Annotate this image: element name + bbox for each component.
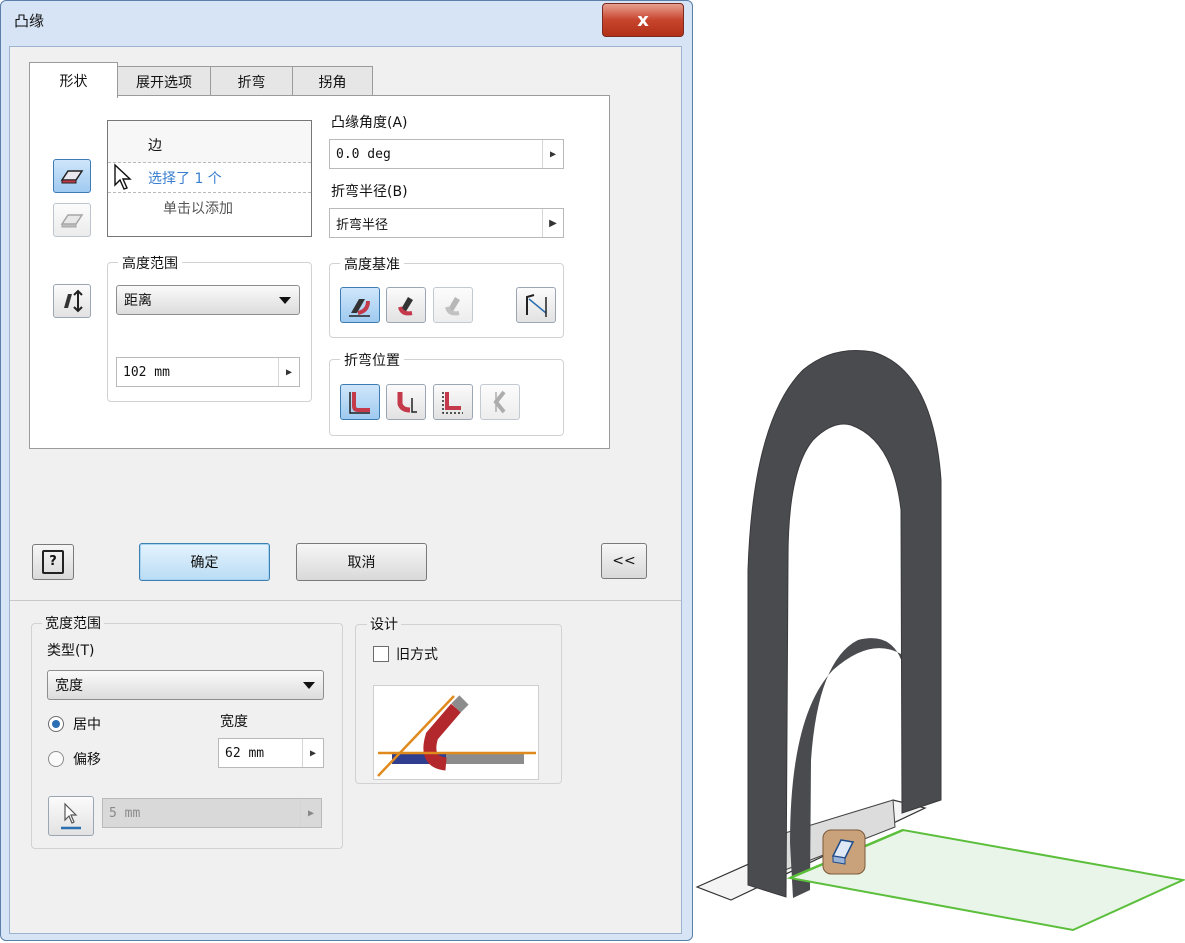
- datum-inner-icon: [398, 297, 413, 316]
- divider: [10, 600, 681, 601]
- width-type-value: 宽度: [55, 678, 83, 694]
- datum-outer-button[interactable]: [340, 287, 380, 323]
- chevron-down-icon: [279, 297, 291, 304]
- radio-offset-label: 偏移: [73, 752, 101, 768]
- radio-centered[interactable]: [48, 716, 64, 732]
- height-value-text: 102 mm: [123, 364, 170, 380]
- dialog-title: 凸缘: [14, 12, 45, 30]
- design-preview-image: [373, 685, 539, 780]
- datum-tangent-button[interactable]: [433, 287, 473, 323]
- datum-inner-button[interactable]: [386, 287, 426, 323]
- flip-direction-button[interactable]: [53, 284, 91, 318]
- bend-radius-label: 折弯半径(B): [331, 184, 408, 200]
- cancel-button[interactable]: 取消: [296, 543, 427, 581]
- radio-centered-label: 居中: [73, 717, 101, 733]
- bend-outside-icon: [442, 392, 463, 414]
- collapse-button[interactable]: <<: [601, 543, 647, 579]
- bend-inside-button[interactable]: [340, 384, 380, 420]
- width-type-label: 类型(T): [47, 643, 95, 659]
- datum-parallel-button[interactable]: [516, 287, 556, 323]
- flip-direction-icon: [64, 289, 83, 313]
- close-icon: x: [637, 9, 649, 31]
- bend-tangent-button[interactable]: [480, 384, 520, 420]
- old-style-label: 旧方式: [396, 647, 438, 663]
- flange-angle-label: 凸缘角度(A): [331, 115, 408, 131]
- height-value-field[interactable]: 102 mm ▶: [116, 357, 300, 387]
- width-value-field[interactable]: 62 mm ▶: [218, 738, 324, 768]
- flange-direction-icon[interactable]: [822, 829, 866, 875]
- face-select-button[interactable]: [53, 203, 91, 237]
- width-label: 宽度: [220, 714, 248, 730]
- edge-select-button[interactable]: [53, 159, 91, 193]
- close-button[interactable]: x: [602, 3, 684, 37]
- radio-offset[interactable]: [48, 751, 64, 767]
- bend-from-face-button[interactable]: [386, 384, 426, 420]
- edge-list-header: 边: [148, 138, 162, 154]
- help-button[interactable]: ?: [32, 544, 74, 580]
- arrow-right-icon[interactable]: ▶: [278, 358, 299, 386]
- width-value-text: 62 mm: [225, 745, 265, 761]
- offset-select-button[interactable]: [48, 796, 94, 836]
- bend-position-label: 折弯位置: [340, 350, 404, 370]
- help-icon: ?: [42, 550, 64, 574]
- chevron-down-icon: [303, 682, 315, 689]
- width-extent-label: 宽度范围: [42, 613, 104, 633]
- datum-outer-icon: [349, 299, 370, 317]
- tab-unfold-options[interactable]: 展开选项: [117, 66, 211, 96]
- datum-parallel-icon: [526, 294, 547, 317]
- bend-preview-icon: [377, 695, 536, 777]
- arrow-right-icon: ▶: [300, 799, 321, 827]
- tab-bend[interactable]: 折弯: [210, 66, 293, 96]
- bend-from-face-icon: [397, 392, 417, 413]
- flange-angle-field[interactable]: 0.0 deg ▶: [329, 139, 564, 169]
- bend-outside-button[interactable]: [433, 384, 473, 420]
- model-viewport[interactable]: [693, 330, 1185, 940]
- tab-corner[interactable]: 拐角: [292, 66, 373, 96]
- old-style-checkbox[interactable]: [373, 646, 389, 662]
- datum-tangent-icon: [445, 297, 460, 316]
- edge-list[interactable]: 边 选择了 1 个 单击以添加: [107, 120, 312, 237]
- ok-button[interactable]: 确定: [139, 543, 270, 581]
- face-select-icon: [60, 214, 84, 228]
- edge-select-icon: [60, 170, 84, 184]
- width-type-select[interactable]: 宽度: [47, 670, 324, 700]
- tab-shape[interactable]: 形状: [29, 62, 118, 98]
- height-extent-label: 高度范围: [118, 253, 182, 273]
- edge-add-hint: 单击以添加: [163, 201, 233, 217]
- bend-inside-icon: [349, 392, 370, 414]
- mouse-cursor-icon: [114, 163, 132, 190]
- height-extent-type-value: 距离: [124, 293, 152, 309]
- cursor-arrow-icon: [61, 802, 81, 830]
- arrow-right-icon[interactable]: ▶: [542, 209, 563, 237]
- bend-tangent-icon: [493, 390, 506, 414]
- height-extent-type-select[interactable]: 距离: [116, 285, 300, 315]
- bend-radius-field[interactable]: 折弯半径 ▶: [329, 208, 564, 238]
- offset-value-text: 5 mm: [109, 805, 141, 821]
- edge-selected-text: 选择了 1 个: [148, 171, 222, 187]
- design-label: 设计: [367, 614, 401, 634]
- edge-list-header-row: [108, 121, 311, 163]
- arrow-right-icon[interactable]: ▶: [542, 140, 563, 168]
- bend-radius-value: 折弯半径: [336, 217, 389, 233]
- flange-angle-value: 0.0 deg: [336, 146, 391, 162]
- offset-value-field: 5 mm ▶: [102, 798, 322, 828]
- arrow-right-icon[interactable]: ▶: [302, 739, 323, 767]
- height-datum-label: 高度基准: [340, 254, 404, 274]
- sheet-metal-part: [695, 349, 942, 901]
